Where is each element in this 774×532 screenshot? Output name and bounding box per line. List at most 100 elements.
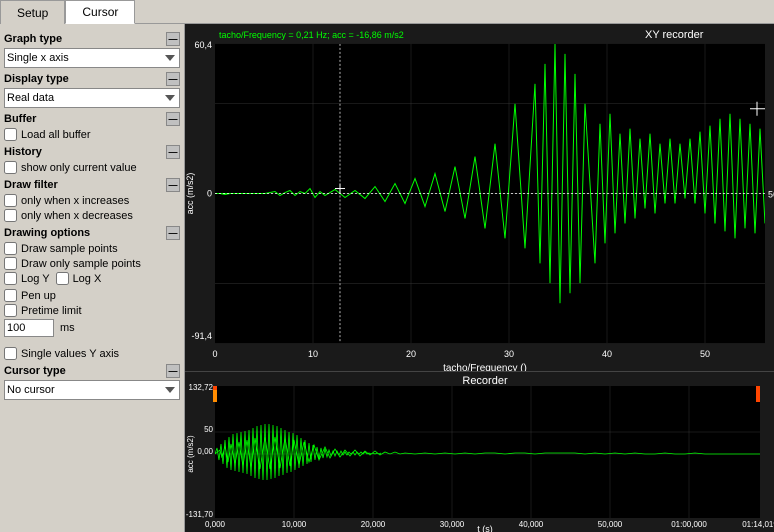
svg-text:30: 30 [504,349,514,359]
draw-filter-label: Draw filter [4,179,58,191]
svg-text:t (s): t (s) [477,524,493,532]
svg-text:Recorder: Recorder [462,375,508,387]
log-y-text: Log Y [21,273,50,285]
svg-text:01:00,000: 01:00,000 [671,520,707,529]
chart-top[interactable]: 60,4 0 -91,4 0 10 20 30 40 50 tacho/Freq… [185,24,774,372]
single-values-y-checkbox[interactable] [4,347,17,360]
svg-text:XY recorder: XY recorder [645,29,704,41]
display-type-select[interactable]: Real data [4,88,180,108]
single-values-y-text: Single values Y axis [21,348,119,360]
drawing-options-label: Drawing options [4,227,90,239]
svg-text:132,72: 132,72 [189,383,214,392]
svg-text:0: 0 [212,349,217,359]
svg-text:0,000: 0,000 [205,520,226,529]
graph-type-collapse[interactable]: — [166,32,180,46]
log-x-checkbox[interactable] [56,272,69,285]
svg-text:60,4: 60,4 [195,40,212,50]
only-x-decreases-text: only when x decreases [21,210,133,222]
svg-text:50: 50 [700,349,710,359]
svg-text:50,000: 50,000 [598,520,623,529]
main-container: Graph type — Single x axis Display type … [0,24,774,532]
tab-cursor-label: Cursor [82,5,118,19]
drawing-options-header: Drawing options — [4,226,180,240]
chart-top-svg: 60,4 0 -91,4 0 10 20 30 40 50 tacho/Freq… [185,24,774,371]
single-values-y-row: Single values Y axis [4,347,180,360]
tab-setup[interactable]: Setup [0,0,65,24]
svg-text:56,33: 56,33 [768,190,774,200]
tab-cursor[interactable]: Cursor [65,0,135,24]
pretime-unit-label: ms [60,322,75,334]
pen-up-checkbox[interactable] [4,289,17,302]
buffer-header: Buffer — [4,112,180,126]
graph-type-select[interactable]: Single x axis [4,48,180,68]
cursor-type-label: Cursor type [4,365,66,377]
display-type-content: Real data [4,88,180,108]
pretime-limit-checkbox[interactable] [4,304,17,317]
show-only-current-text: show only current value [21,162,137,174]
draw-only-sample-points-checkbox[interactable] [4,257,17,270]
draw-filter-header: Draw filter — [4,178,180,192]
only-x-increases-text: only when x increases [21,195,129,207]
graph-type-header: Graph type — [4,32,180,46]
log-x-text: Log X [73,273,102,285]
buffer-collapse[interactable]: — [166,112,180,126]
only-x-increases-checkbox[interactable] [4,194,17,207]
log-row: Log Y Log X [4,272,180,287]
right-panel: 60,4 0 -91,4 0 10 20 30 40 50 tacho/Freq… [185,24,774,532]
draw-sample-points-checkbox[interactable] [4,242,17,255]
svg-text:20: 20 [406,349,416,359]
history-label: History [4,146,42,158]
draw-only-sample-points-text: Draw only sample points [21,258,141,270]
history-header: History — [4,145,180,159]
display-type-header: Display type — [4,72,180,86]
svg-text:0: 0 [207,189,212,199]
log-y-row: Log Y [4,272,50,285]
display-type-collapse[interactable]: — [166,72,180,86]
svg-text:30,000: 30,000 [440,520,465,529]
svg-text:-91,4: -91,4 [192,331,212,341]
svg-text:10: 10 [308,349,318,359]
only-x-decreases-checkbox[interactable] [4,209,17,222]
cursor-type-collapse[interactable]: — [166,364,180,378]
draw-only-sample-points-row: Draw only sample points [4,257,180,270]
display-type-label: Display type [4,73,69,85]
graph-type-label: Graph type [4,33,62,45]
drawing-options-content: Draw sample points Draw only sample poin… [4,242,180,360]
draw-filter-collapse[interactable]: — [166,178,180,192]
history-content: show only current value [4,161,180,174]
chart-bottom-svg: 132,72 50 0,00 -131,70 0,000 10,000 20,0… [185,372,774,532]
load-all-buffer-row: Load all buffer [4,128,180,141]
log-x-row: Log X [56,272,102,285]
svg-text:-131,70: -131,70 [186,510,214,519]
pretime-value-input[interactable]: 100 [4,319,54,337]
pen-up-row: Pen up [4,289,180,302]
load-all-buffer-text: Load all buffer [21,129,91,141]
svg-text:40,000: 40,000 [519,520,544,529]
draw-sample-points-text: Draw sample points [21,243,118,255]
chart-bottom[interactable]: 132,72 50 0,00 -131,70 0,000 10,000 20,0… [185,372,774,532]
svg-text:tacho/Frequency = 0,21 Hz; acc: tacho/Frequency = 0,21 Hz; acc = -16,86 … [219,30,404,40]
tab-bar: Setup Cursor [0,0,774,24]
svg-text:0,00: 0,00 [197,447,213,456]
draw-sample-points-row: Draw sample points [4,242,180,255]
tab-setup-label: Setup [17,6,48,20]
svg-text:10,000: 10,000 [282,520,307,529]
log-y-checkbox[interactable] [4,272,17,285]
draw-filter-content: only when x increases only when x decrea… [4,194,180,222]
only-x-decreases-row: only when x decreases [4,209,180,222]
pen-up-text: Pen up [21,290,56,302]
only-x-increases-row: only when x increases [4,194,180,207]
svg-text:50: 50 [204,425,213,434]
cursor-type-select[interactable]: No cursor [4,380,180,400]
buffer-content: Load all buffer [4,128,180,141]
svg-text:01:14,019: 01:14,019 [742,520,774,529]
show-only-current-row: show only current value [4,161,180,174]
pretime-value-row: 100 ms [4,319,180,337]
show-only-current-checkbox[interactable] [4,161,17,174]
history-collapse[interactable]: — [166,145,180,159]
drawing-options-collapse[interactable]: — [166,226,180,240]
pretime-limit-row: Pretime limit [4,304,180,317]
left-panel: Graph type — Single x axis Display type … [0,24,185,532]
load-all-buffer-checkbox[interactable] [4,128,17,141]
svg-text:acc (m/s2): acc (m/s2) [186,435,195,473]
